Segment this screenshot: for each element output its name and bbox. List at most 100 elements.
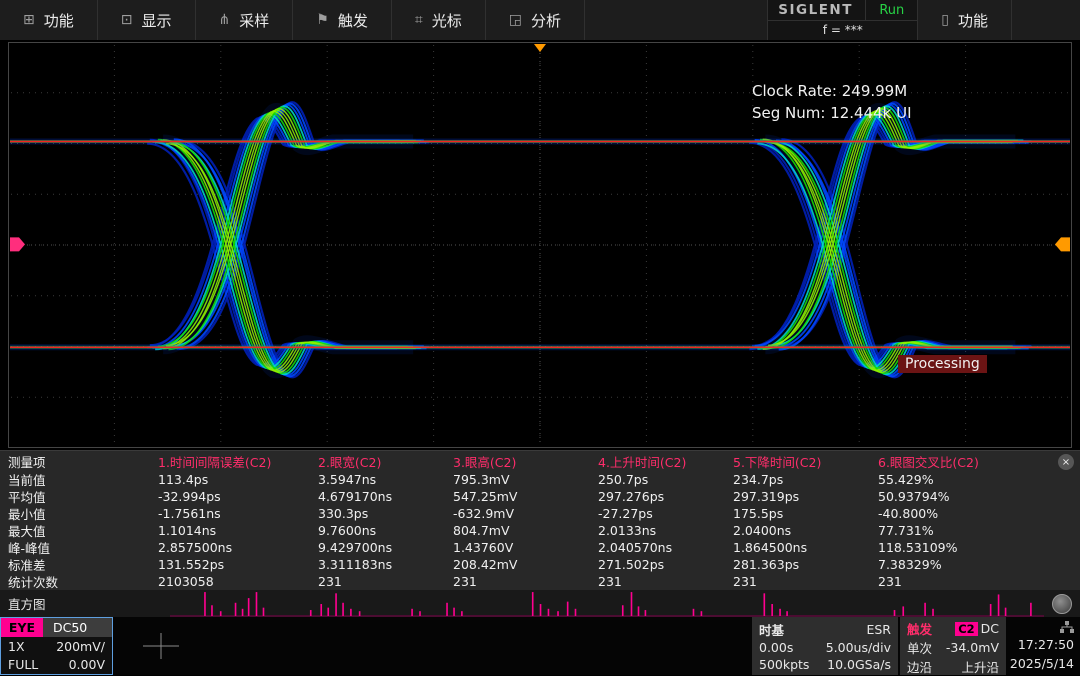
measure-value-cell: -40.800% (878, 506, 1080, 521)
topbar-spacer (1012, 0, 1080, 40)
seg-num-readout: Seg Num: 12.444k UI (752, 104, 912, 122)
table-row: 平均值-32.994ps4.679170ns547.25mV297.276ps2… (8, 488, 1080, 505)
menu-item-label: 功能 (958, 10, 988, 31)
measure-value-cell: 231 (453, 574, 598, 589)
waveform-display[interactable]: Clock Rate: 249.99M Seg Num: 12.444k UI … (0, 40, 1080, 450)
brand-logo: SIGLENT (768, 0, 865, 20)
menu-item-cursor[interactable]: ⌗ 光标 (392, 0, 486, 40)
trigger-widget[interactable]: 触发 C2 DC 单次 -34.0mV 边沿 上升沿 (900, 617, 1006, 675)
measure-value-cell: 281.363ps (733, 557, 878, 572)
trigger-mode: 单次 (907, 638, 932, 657)
measure-column-header[interactable]: 6.眼图交叉比(C2) (878, 452, 1080, 471)
measure-value-cell: 297.276ps (598, 489, 733, 504)
channel-info-widget[interactable]: EYE DC50 1X 200mV/ FULL 0.00V (0, 617, 113, 675)
measure-column-header[interactable]: 5.下降时间(C2) (733, 452, 878, 471)
measure-value-cell: 3.5947ns (318, 472, 453, 487)
analysis-icon: ◲ (509, 12, 522, 28)
run-status-button[interactable]: Run (865, 0, 917, 20)
timebase-mode: ESR (866, 622, 891, 637)
timebase-widget[interactable]: 时基 ESR 0.00s 5.00us/div 500kpts 10.0GSa/… (752, 617, 898, 675)
measure-value-cell: 250.7ps (598, 472, 733, 487)
menu-item-label: 触发 (338, 10, 368, 31)
menu-item-label: 显示 (141, 10, 171, 31)
measure-value-cell: 1.1014ns (158, 523, 318, 538)
close-icon: × (1062, 457, 1070, 468)
status-bar: EYE DC50 1X 200mV/ FULL 0.00V 时基 ESR 0.0… (0, 617, 1080, 675)
measure-value-cell: 231 (878, 574, 1080, 589)
table-row: 峰-峰值2.857500ns9.429700ns1.43760V2.040570… (8, 539, 1080, 556)
close-button[interactable]: × (1058, 454, 1074, 470)
table-row: 统计次数2103058231231231231231 (8, 573, 1080, 590)
measure-value-cell: -27.27ps (598, 506, 733, 521)
measure-value-cell: 2.0133ns (598, 523, 733, 538)
menu-item-function-right[interactable]: ▯ 功能 (917, 0, 1012, 40)
menu-item-function[interactable]: ⊞ 功能 (0, 0, 98, 40)
measure-value-cell: 271.502ps (598, 557, 733, 572)
channel-scale-row: 1X 200mV/ (1, 637, 112, 656)
network-icon[interactable] (1060, 621, 1074, 633)
freq-readout: f = *** (768, 20, 917, 39)
sample-rate: 10.0GSa/s (827, 657, 891, 672)
measure-value-cell: 231 (318, 574, 453, 589)
measure-column-header[interactable]: 1.时间间隔误差(C2) (158, 452, 318, 471)
memory-depth: 500kpts (759, 657, 809, 672)
measure-items-header: 测量项 (8, 452, 158, 471)
table-row: 最大值1.1014ns9.7600ns804.7mV2.0133ns2.0400… (8, 522, 1080, 539)
measure-row-label: 统计次数 (8, 572, 158, 591)
eye-mode-badge: EYE (1, 618, 43, 637)
cursor-icon: ⌗ (415, 12, 423, 28)
measure-value-cell: 113.4ps (158, 472, 318, 487)
measure-value-cell: 2.0400ns (733, 523, 878, 538)
timebase-scale: 5.00us/div (826, 640, 891, 655)
measure-value-cell: -632.9mV (453, 506, 598, 521)
measure-value-cell: 208.42mV (453, 557, 598, 572)
menu-item-sampling[interactable]: ⋔ 采样 (196, 0, 294, 40)
eye-diagram (8, 42, 1072, 448)
bandwidth-limit: FULL (8, 657, 38, 672)
menu-item-trigger[interactable]: ⚑ 触发 (293, 0, 392, 40)
channel-offset-row: FULL 0.00V (1, 656, 112, 675)
measure-value-cell: -1.7561ns (158, 506, 318, 521)
table-row: 最小值-1.7561ns330.3ps-632.9mV-27.27ps175.5… (8, 505, 1080, 522)
brand-cluster: SIGLENT Run f = *** (767, 0, 917, 40)
sampling-icon: ⋔ (219, 12, 231, 28)
probe-atten: 1X (8, 639, 25, 654)
measure-value-cell: 2.040570ns (598, 540, 733, 555)
measure-column-header[interactable]: 4.上升时间(C2) (598, 452, 733, 471)
measure-column-header[interactable]: 2.眼宽(C2) (318, 452, 453, 471)
timebase-label: 时基 (759, 620, 784, 639)
time-readout: 17:27:50 (1018, 637, 1074, 652)
measure-value-cell: 77.731% (878, 523, 1080, 538)
measure-value-cell: 330.3ps (318, 506, 453, 521)
measure-value-cell: 50.93794% (878, 489, 1080, 504)
histogram-label: 直方图 (0, 590, 170, 617)
measure-value-cell: -32.994ps (158, 489, 318, 504)
measure-value-cell: 231 (598, 574, 733, 589)
measurement-rows: 当前值113.4ps3.5947ns795.3mV250.7ps234.7ps5… (8, 471, 1080, 590)
measure-value-cell: 9.429700ns (318, 540, 453, 555)
measure-value-cell: 795.3mV (453, 472, 598, 487)
device-icon: ▯ (941, 12, 949, 28)
footer-right-boxes: 时基 ESR 0.00s 5.00us/div 500kpts 10.0GSa/… (752, 617, 1080, 675)
measure-value-cell: 1.43760V (453, 540, 598, 555)
menu-item-display[interactable]: ⊡ 显示 (98, 0, 196, 40)
menu-item-analysis[interactable]: ◲ 分析 (486, 0, 585, 40)
timebase-delay: 0.00s (759, 640, 793, 655)
knob-icon[interactable] (1052, 594, 1072, 614)
measure-value-cell: 131.552ps (158, 557, 318, 572)
measure-value-cell: 2103058 (158, 574, 318, 589)
measure-value-cell: 7.38329% (878, 557, 1080, 572)
clock-rate-readout: Clock Rate: 249.99M (752, 82, 907, 100)
measure-value-cell: 2.857500ns (158, 540, 318, 555)
measure-column-header[interactable]: 3.眼高(C2) (453, 452, 598, 471)
table-row: 标准差131.552ps3.311183ns208.42mV271.502ps2… (8, 556, 1080, 573)
measurement-header-row: 测量项 1.时间间隔误差(C2)2.眼宽(C2)3.眼高(C2)4.上升时间(C… (8, 451, 1080, 471)
date-readout: 2025/5/14 (1010, 656, 1074, 671)
top-menu-bar: ⊞ 功能 ⊡ 显示 ⋔ 采样 ⚑ 触发 ⌗ 光标 ◲ 分析 SIGLENT Ru… (0, 0, 1080, 40)
measure-value-cell: 547.25mV (453, 489, 598, 504)
channel-header-row: EYE DC50 (1, 618, 112, 637)
menu-item-label: 采样 (239, 10, 269, 31)
trigger-flag-icon: ⚑ (316, 12, 329, 28)
table-row: 当前值113.4ps3.5947ns795.3mV250.7ps234.7ps5… (8, 471, 1080, 488)
grid-icon: ⊞ (23, 12, 35, 28)
